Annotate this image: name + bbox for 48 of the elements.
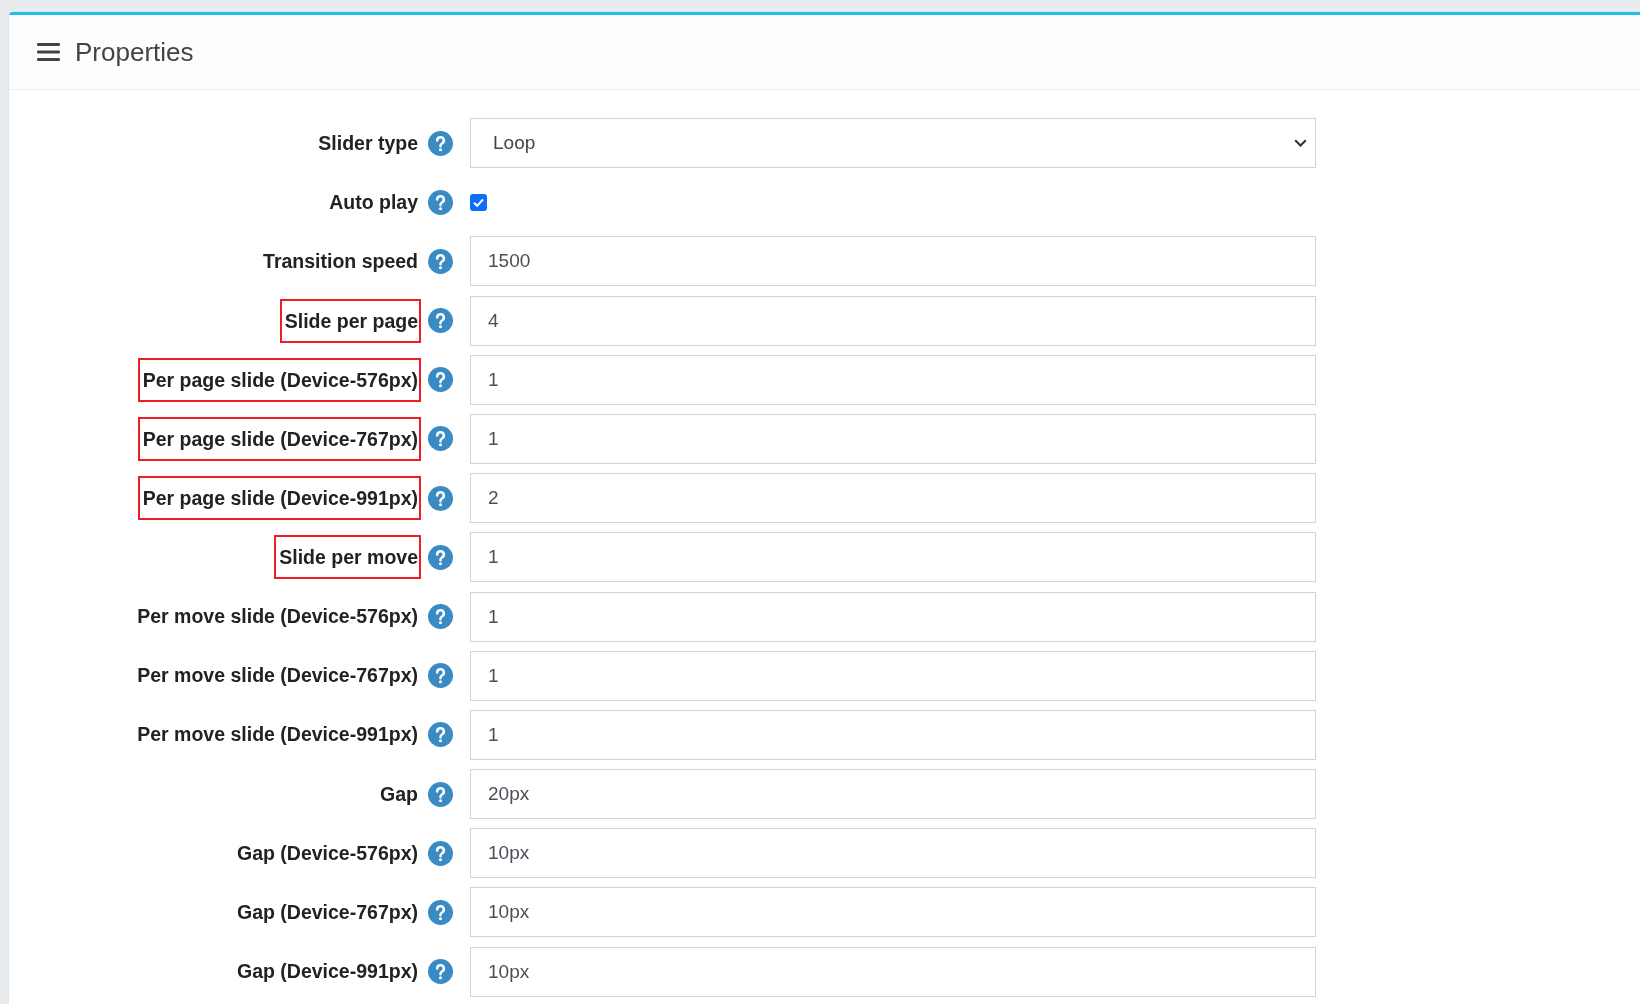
- text-field[interactable]: 1: [470, 591, 1316, 642]
- text-field[interactable]: 1: [470, 650, 1316, 701]
- field-label: Per page slide (Device-576px): [137, 357, 421, 402]
- field-label: Per page slide (Device-991px): [137, 476, 421, 521]
- checkbox[interactable]: [470, 193, 487, 211]
- help-icon[interactable]: [428, 426, 453, 452]
- help-icon[interactable]: [428, 130, 453, 156]
- help-icon[interactable]: [428, 308, 453, 334]
- help-icon[interactable]: [428, 781, 453, 807]
- field-label: Per move slide (Device-767px): [137, 664, 419, 688]
- text-field[interactable]: 1: [470, 532, 1316, 583]
- text-field[interactable]: 20px: [470, 769, 1316, 820]
- field-label: Gap (Device-576px): [237, 841, 419, 865]
- text-field[interactable]: 1500: [470, 236, 1316, 287]
- field-label: Transition speed: [263, 249, 419, 273]
- select-field[interactable]: Loop: [470, 118, 1316, 168]
- field-label: Per move slide (Device-991px): [137, 723, 419, 747]
- panel-title: Properties: [75, 36, 194, 68]
- text-field[interactable]: 10px: [470, 946, 1316, 997]
- help-icon[interactable]: [428, 485, 453, 511]
- help-icon[interactable]: [428, 604, 453, 629]
- text-field[interactable]: 1: [470, 709, 1316, 760]
- text-field[interactable]: 1: [470, 354, 1316, 405]
- field-label: Gap (Device-991px): [237, 960, 419, 984]
- text-field[interactable]: 2: [470, 473, 1316, 524]
- text-field[interactable]: 10px: [470, 828, 1316, 879]
- chevron-icon: [1294, 139, 1307, 147]
- text-field[interactable]: 1: [470, 413, 1316, 464]
- help-icon[interactable]: [428, 840, 453, 866]
- help-icon[interactable]: [428, 899, 453, 925]
- field-label: Per page slide (Device-767px): [137, 416, 421, 461]
- field-label: Slide per page: [279, 298, 421, 343]
- help-icon[interactable]: [428, 248, 453, 274]
- field-label: Per move slide (Device-576px): [137, 605, 419, 628]
- text-field[interactable]: 10px: [470, 887, 1316, 938]
- help-icon[interactable]: [428, 959, 453, 985]
- help-icon[interactable]: [428, 722, 453, 748]
- field-label: Gap (Device-767px): [237, 900, 419, 924]
- menu-icon[interactable]: [37, 42, 60, 62]
- text-field[interactable]: 4: [470, 295, 1316, 346]
- field-label: Gap: [380, 782, 419, 806]
- field-label: Slider type: [318, 131, 419, 155]
- help-icon[interactable]: [428, 544, 453, 570]
- field-label: Slide per move: [274, 535, 421, 580]
- help-icon[interactable]: [428, 367, 453, 393]
- help-icon[interactable]: [428, 189, 453, 215]
- help-icon[interactable]: [428, 663, 453, 689]
- field-label: Auto play: [329, 190, 419, 214]
